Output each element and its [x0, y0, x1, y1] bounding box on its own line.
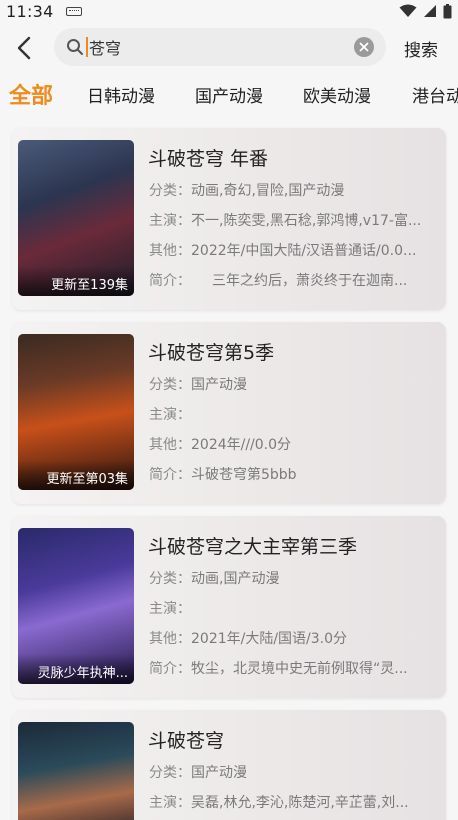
- search-header: 搜索: [0, 28, 458, 68]
- category-label: 分类：: [149, 571, 191, 587]
- other-value: 2022年/中国大陆/汉语普通话/0.0...: [191, 243, 417, 259]
- battery-icon: [443, 3, 452, 18]
- result-title: 斗破苍穹第5季: [148, 342, 275, 364]
- intro-row: 简介： 三年之约后，萧炎终于在迦南...: [149, 270, 439, 290]
- episode-badge: 灵脉少年执神...: [18, 654, 134, 684]
- other-value: 2024年///0.0分: [191, 437, 292, 453]
- other-row: 其他：2021年/大陆/国语/3.0分: [149, 628, 439, 648]
- category-row: 分类：国产动漫: [149, 374, 439, 394]
- other-label: 其他：: [149, 631, 191, 647]
- wifi-icon: [399, 4, 417, 17]
- result-card[interactable]: 更新至第03集 斗破苍穹第5季 分类：国产动漫 主演： 其他：2024年///0…: [12, 322, 446, 504]
- poster-image: 更新至第03集: [18, 334, 134, 490]
- result-title: 斗破苍穹: [148, 730, 225, 752]
- result-card[interactable]: 更新至139集 斗破苍穹 年番 分类：动画,奇幻,冒险,国产动漫 主演：不一,陈…: [12, 128, 446, 310]
- category-row: 分类：动画,奇幻,冒险,国产动漫: [149, 180, 439, 200]
- cast-row: 主演：不一,陈奕雯,黑石稔,郭鸿博,v17-富...: [149, 210, 439, 230]
- other-row: 其他：2024年///0.0分: [149, 434, 439, 454]
- intro-value: 牧尘，北灵境中史无前例取得“灵...: [191, 661, 408, 677]
- result-card[interactable]: 斗破苍穹 分类：国产动漫 主演：吴磊,林允,李沁,陈楚河,辛芷蕾,刘...: [12, 710, 446, 820]
- poster-image: 更新至139集: [18, 140, 134, 296]
- intro-row: 简介：斗破苍穹第5bbb: [149, 464, 439, 484]
- keyboard-icon: [65, 6, 82, 16]
- other-row: 其他：2022年/中国大陆/汉语普通话/0.0...: [149, 240, 439, 260]
- intro-label: 简介：: [149, 467, 191, 483]
- tab-cn-anime[interactable]: 国产动漫: [195, 82, 263, 107]
- cast-value: 吴磊,林允,李沁,陈楚河,辛芷蕾,刘...: [191, 795, 409, 811]
- cast-label: 主演：: [149, 601, 191, 617]
- back-button[interactable]: [10, 34, 38, 62]
- clear-icon: [359, 42, 369, 52]
- category-label: 分类：: [149, 377, 191, 393]
- result-title: 斗破苍穹 年番: [148, 148, 269, 170]
- status-time: 11:34: [6, 1, 54, 21]
- signal-icon: [424, 5, 436, 17]
- cast-label: 主演：: [149, 213, 191, 229]
- cast-label: 主演：: [149, 795, 191, 811]
- result-title: 斗破苍穹之大主宰第三季: [148, 536, 358, 558]
- other-value: 2021年/大陆/国语/3.0分: [191, 631, 348, 647]
- poster-image: 灵脉少年执神...: [18, 528, 134, 684]
- category-row: 分类：动画,国产动漫: [149, 568, 439, 588]
- clear-button[interactable]: [354, 37, 374, 57]
- category-value: 动画,奇幻,冒险,国产动漫: [191, 183, 345, 199]
- cast-row: 主演：: [149, 598, 439, 618]
- other-label: 其他：: [149, 243, 191, 259]
- cast-row: 主演：: [149, 404, 439, 424]
- episode-badge: 更新至139集: [18, 266, 134, 296]
- search-input[interactable]: [89, 37, 339, 57]
- cast-value: 不一,陈奕雯,黑石稔,郭鸿博,v17-富...: [191, 213, 422, 229]
- text-cursor: [86, 37, 88, 57]
- category-label: 分类：: [149, 765, 191, 781]
- search-box[interactable]: [54, 28, 386, 66]
- intro-value: 斗破苍穹第5bbb: [191, 467, 297, 483]
- category-value: 国产动漫: [191, 377, 247, 393]
- search-icon: [67, 39, 83, 55]
- tab-hktw-anime[interactable]: 港台动: [412, 82, 458, 107]
- tab-all[interactable]: 全部: [9, 78, 53, 110]
- result-card[interactable]: 灵脉少年执神... 斗破苍穹之大主宰第三季 分类：动画,国产动漫 主演： 其他：…: [12, 516, 446, 698]
- category-tabs: 全部 日韩动漫 国产动漫 欧美动漫 港台动: [0, 76, 458, 112]
- back-arrow-icon: [17, 36, 31, 60]
- status-bar: 11:34: [0, 0, 458, 22]
- poster-image: [18, 722, 134, 820]
- intro-label: 简介：: [149, 661, 191, 677]
- intro-row: 简介：牧尘，北灵境中史无前例取得“灵...: [149, 658, 439, 678]
- intro-value: 三年之约后，萧炎终于在迦南...: [184, 273, 408, 289]
- category-value: 国产动漫: [191, 765, 247, 781]
- cast-row: 主演：吴磊,林允,李沁,陈楚河,辛芷蕾,刘...: [149, 792, 439, 812]
- category-row: 分类：国产动漫: [149, 762, 439, 782]
- tab-jpkr-anime[interactable]: 日韩动漫: [87, 82, 155, 107]
- cast-label: 主演：: [149, 407, 191, 423]
- search-button[interactable]: 搜索: [404, 36, 438, 61]
- episode-badge: 更新至第03集: [18, 460, 134, 490]
- other-label: 其他：: [149, 437, 191, 453]
- category-value: 动画,国产动漫: [191, 571, 280, 587]
- category-label: 分类：: [149, 183, 191, 199]
- tab-west-anime[interactable]: 欧美动漫: [303, 82, 371, 107]
- intro-label: 简介：: [149, 273, 184, 289]
